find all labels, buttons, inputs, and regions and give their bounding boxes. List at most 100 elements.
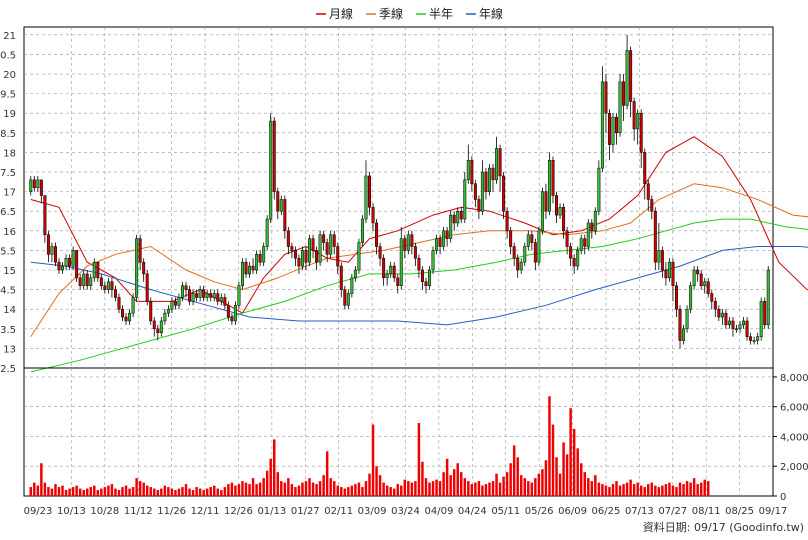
volume-bar	[68, 488, 71, 496]
volume-bar	[625, 482, 629, 496]
volume-bar	[675, 487, 678, 496]
volume-bar	[431, 481, 435, 496]
volume-bar	[587, 478, 590, 496]
candle	[240, 258, 244, 290]
candle	[586, 219, 590, 251]
volume-bar	[191, 490, 195, 496]
y-tick-label: 20	[3, 70, 16, 81]
volume-bar	[378, 475, 382, 496]
volume-bar	[29, 487, 32, 496]
volume-bar	[227, 484, 230, 496]
volume-bar	[512, 445, 516, 496]
volume-bar	[495, 473, 498, 496]
volume-bar	[237, 484, 241, 496]
volume-bar	[530, 482, 534, 496]
candle	[653, 207, 657, 271]
volume-bar	[304, 481, 308, 496]
volume-bar	[248, 484, 251, 496]
volume-bar	[505, 472, 509, 496]
volume-bar	[117, 490, 121, 496]
volume-bar	[520, 475, 523, 496]
candle	[593, 207, 597, 235]
volume-bar	[389, 487, 392, 496]
x-tick-label: 09/23	[24, 506, 53, 517]
volume-bar	[209, 487, 212, 496]
x-tick-label: 07/13	[625, 506, 654, 517]
volume-bar	[223, 487, 227, 496]
y-tick-label: 21	[3, 31, 16, 42]
y-tick-label: 6.5	[0, 207, 16, 218]
volume-bar	[692, 478, 696, 496]
volume-bar	[551, 424, 555, 496]
price-panel-frame	[23, 26, 774, 369]
volume-bar	[509, 463, 512, 496]
candle	[766, 266, 770, 329]
volume-bar	[336, 485, 339, 496]
volume-bar	[481, 485, 484, 496]
volume-bar	[181, 487, 184, 496]
volume-bar	[75, 485, 78, 496]
volume-bar	[301, 482, 304, 496]
volume-bar	[167, 487, 170, 496]
volume-bar	[541, 469, 544, 496]
volume-bar	[565, 454, 569, 496]
legend: 月線 季線 半年 年線	[316, 6, 503, 21]
volume-bar	[107, 485, 110, 496]
x-axis: 09/23 10/13 10/28 11/12 11/26 12/11 12/26 01/13…	[24, 506, 788, 517]
volume-bar	[47, 487, 50, 496]
price-y-axis: 21 0.5 20 9.5 19 8.5 18 7.5 17 6.5 16 5.5 15 4.5 14 3.5…	[0, 31, 16, 375]
volume-bar	[297, 485, 301, 496]
volume-bar	[188, 488, 191, 496]
volume-bar	[364, 481, 368, 496]
candle	[597, 160, 601, 216]
candle	[237, 281, 241, 310]
volume-bar	[202, 490, 205, 496]
volume-bar	[93, 485, 96, 496]
volume-bar	[707, 481, 710, 496]
volume-bar	[703, 479, 706, 496]
y-tick-label: 0	[780, 492, 786, 503]
x-tick-label: 09/17	[759, 506, 788, 517]
volume-bar	[699, 482, 703, 496]
candle	[431, 246, 435, 274]
volume-bar	[544, 460, 548, 496]
volume-bar	[280, 481, 283, 496]
x-tick-label: 07/27	[658, 506, 687, 517]
x-tick-label: 05/26	[525, 506, 554, 517]
y-tick-label: 4,000	[780, 432, 808, 443]
volume-bar	[392, 488, 396, 496]
volume-bar	[604, 485, 608, 496]
candle	[463, 172, 467, 223]
volume-bar	[290, 484, 294, 496]
legend-label: 半年	[429, 7, 453, 21]
x-tick-label: 12/11	[191, 506, 220, 517]
y-tick-label: 18	[3, 148, 16, 159]
volume-grid	[24, 368, 773, 496]
x-tick-label: 08/11	[692, 506, 721, 517]
volume-bar	[177, 488, 181, 496]
volume-bar	[308, 478, 311, 496]
volume-bar	[318, 481, 322, 496]
volume-bar	[579, 463, 583, 496]
volume-bar	[608, 487, 611, 496]
volume-bar	[396, 484, 399, 496]
y-tick-label: 16	[3, 227, 16, 238]
volume-bar	[174, 490, 177, 496]
volume-bar	[696, 484, 699, 496]
x-tick-label: 03/09	[358, 506, 387, 517]
volume-bar	[555, 457, 558, 496]
volume-bar	[96, 490, 100, 496]
volume-bar	[682, 484, 685, 496]
volume-bar	[244, 482, 248, 496]
volume-bar	[163, 485, 167, 496]
volume-bar	[262, 478, 265, 496]
y-tick-label: 4.5	[0, 286, 16, 297]
volume-bar	[85, 488, 89, 496]
volume-bar	[417, 423, 421, 496]
volume-bar	[332, 481, 336, 496]
volume-bar	[350, 485, 354, 496]
x-tick-label: 11/12	[124, 506, 153, 517]
volume-bar	[463, 478, 467, 496]
y-tick-label: 3.5	[0, 325, 16, 336]
volume-bar	[54, 484, 57, 496]
